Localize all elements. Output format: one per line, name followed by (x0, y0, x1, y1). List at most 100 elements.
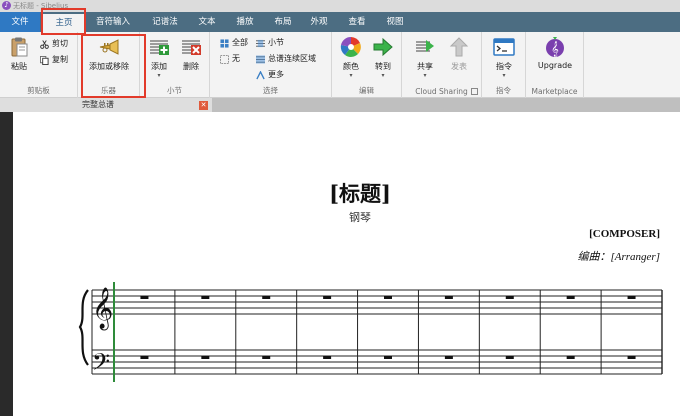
select-none-button[interactable]: 无 (220, 53, 240, 65)
paste-icon (11, 37, 28, 57)
select-none-label: 无 (232, 54, 240, 63)
whole-rest[interactable] (627, 296, 636, 299)
group-marketplace: 𝄞 Upgrade Marketplace (526, 32, 584, 98)
add-bar-icon (150, 40, 169, 55)
group-instruments: 添加或移除 乐器 (78, 32, 140, 98)
color-wheel-icon (340, 36, 361, 57)
grand-staff[interactable]: 𝄞 𝄢 (0, 112, 680, 416)
group-label-selection: 选择 (263, 86, 278, 95)
ribbon: 粘贴 剪切 复制 剪贴板 添加或移除 乐器 添加 ▾ 删除 小节 全部 无 小节… (0, 32, 680, 98)
color-label: 颜色 (343, 62, 359, 71)
whole-rest[interactable] (140, 356, 149, 359)
whole-rest[interactable] (444, 296, 453, 299)
paste-label: 粘贴 (11, 62, 27, 71)
svg-text:𝄞: 𝄞 (551, 42, 559, 57)
document-tab-label: 完整总谱 (82, 100, 114, 109)
whole-rest[interactable] (505, 296, 514, 299)
command-label: 指令 (496, 62, 512, 71)
tab-text[interactable]: 文本 (190, 12, 224, 32)
select-all-button[interactable]: 全部 (220, 37, 248, 49)
tab-home[interactable]: 主页 (42, 14, 86, 32)
cloud-sharing-launcher-icon[interactable] (471, 88, 478, 95)
document-tab-strip: 完整总谱 ✕ (0, 98, 680, 112)
upgrade-button[interactable]: 𝄞 Upgrade (532, 36, 578, 70)
paste-button[interactable]: 粘贴 (3, 36, 35, 72)
score-document[interactable]: [标题] 钢琴 [COMPOSER] 编曲：[Arranger] 𝄞 𝄢 (0, 112, 680, 416)
whole-rest[interactable] (201, 296, 210, 299)
sibelius-window: ♪ 无标题 - Sibelius 文件 主页 音符输入 记谱法 文本 播放 布局… (0, 0, 680, 416)
whole-rest[interactable] (566, 296, 575, 299)
add-remove-instruments-button[interactable]: 添加或移除 (82, 36, 136, 72)
delete-bar-button[interactable]: 删除 (176, 36, 206, 72)
group-label-edit: 编辑 (359, 86, 374, 95)
delete-bar-icon (182, 40, 201, 55)
select-system-passage-button[interactable]: 总谱连续区域 (256, 53, 316, 65)
select-all-icon (220, 38, 229, 48)
delete-bar-label: 删除 (183, 62, 199, 71)
tab-play[interactable]: 播放 (228, 12, 262, 32)
select-bar-button[interactable]: 小节 (256, 37, 284, 49)
tab-notations[interactable]: 记谱法 (142, 12, 188, 32)
color-caret-icon: ▾ (349, 72, 353, 79)
tab-file[interactable]: 文件 (0, 12, 40, 32)
cut-label: 剪切 (52, 39, 68, 48)
bass-clef-icon: 𝄢 (92, 348, 110, 381)
publish-label: 发表 (451, 62, 467, 71)
copy-button[interactable]: 复制 (40, 54, 68, 66)
tab-review[interactable]: 查看 (340, 12, 374, 32)
tab-note-input[interactable]: 音符输入 (88, 12, 138, 32)
command-button[interactable]: 指令 ▾ (488, 36, 520, 79)
copy-label: 复制 (52, 55, 68, 64)
treble-clef-icon: 𝄞 (92, 287, 113, 330)
add-bar-label: 添加 (151, 62, 167, 71)
group-clipboard: 粘贴 剪切 复制 剪贴板 (0, 32, 78, 98)
color-button[interactable]: 颜色 ▾ (336, 36, 366, 79)
whole-rest[interactable] (505, 356, 514, 359)
treble-clef-badge-icon: 𝄞 (546, 37, 564, 57)
share-caret-icon: ▾ (423, 72, 427, 79)
title-bar: ♪ 无标题 - Sibelius (0, 0, 680, 12)
document-tab-full-score[interactable]: 完整总谱 ✕ (0, 98, 212, 112)
goto-label: 转到 (375, 62, 391, 71)
whole-rest[interactable] (201, 356, 210, 359)
goto-button[interactable]: 转到 ▾ (368, 36, 398, 79)
system-passage-icon (256, 54, 265, 64)
select-none-icon (220, 54, 229, 64)
tab-view[interactable]: 视图 (378, 12, 412, 32)
whole-rest[interactable] (627, 356, 636, 359)
whole-rest[interactable] (140, 296, 149, 299)
publish-button[interactable]: 发表 (444, 36, 474, 72)
system-passage-label: 总谱连续区域 (268, 54, 316, 63)
barlines (91, 290, 663, 374)
select-bar-icon (256, 39, 265, 47)
share-button[interactable]: 共享 ▾ (410, 36, 440, 79)
whole-rest[interactable] (384, 356, 392, 359)
trumpet-icon (99, 39, 119, 55)
tab-appearance[interactable]: 外观 (302, 12, 336, 32)
whole-rest[interactable] (262, 356, 271, 359)
whole-rest[interactable] (566, 356, 575, 359)
group-label-clipboard: 剪贴板 (27, 86, 50, 95)
cut-button[interactable]: 剪切 (40, 38, 68, 50)
whole-rest[interactable] (444, 356, 453, 359)
whole-rest[interactable] (262, 296, 271, 299)
select-more-button[interactable]: 更多 (256, 69, 284, 81)
whole-rest[interactable] (384, 296, 392, 299)
add-remove-label: 添加或移除 (89, 62, 129, 71)
group-label-marketplace: Marketplace (531, 87, 578, 96)
close-icon[interactable]: ✕ (199, 101, 208, 110)
add-bar-button[interactable]: 添加 ▾ (144, 36, 174, 79)
tab-layout[interactable]: 布局 (266, 12, 300, 32)
select-more-icon (256, 70, 265, 79)
whole-rest[interactable] (323, 296, 332, 299)
grand-staff-brace-icon (78, 289, 89, 366)
publish-arrow-up-icon (449, 37, 469, 57)
group-edit: 颜色 ▾ 转到 ▾ 编辑 (332, 32, 402, 98)
command-caret-icon: ▾ (502, 72, 506, 79)
select-all-label: 全部 (232, 38, 248, 47)
group-label-bars: 小节 (167, 86, 182, 95)
select-more-label: 更多 (268, 70, 284, 79)
share-label: 共享 (417, 62, 433, 71)
whole-rest[interactable] (323, 356, 332, 359)
share-icon (416, 40, 434, 52)
